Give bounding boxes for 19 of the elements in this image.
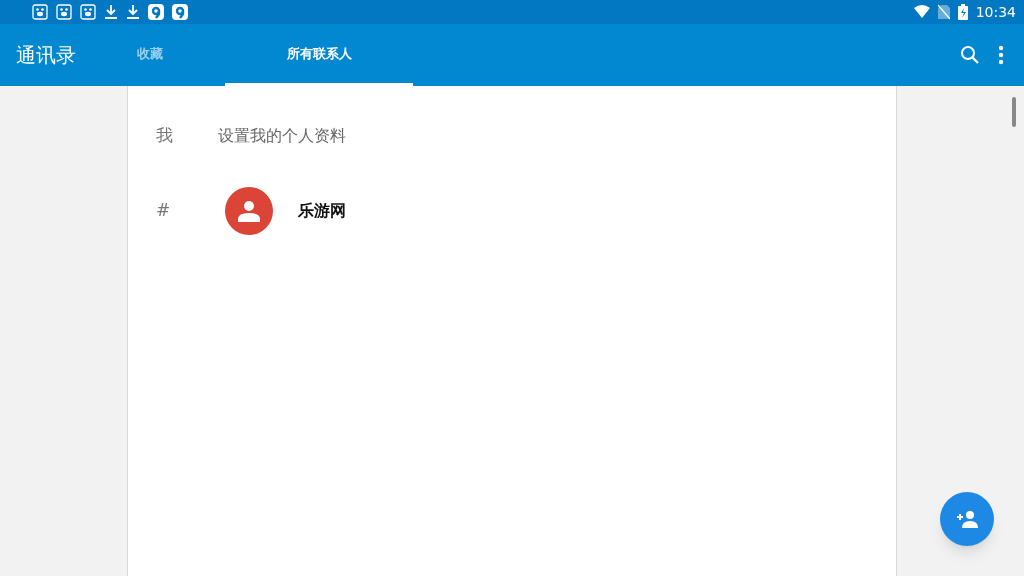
add-contact-button[interactable] [940, 492, 994, 546]
section-letter: 我 [156, 123, 174, 147]
search-icon[interactable] [960, 45, 980, 65]
more-options-icon[interactable] [998, 45, 1004, 65]
wifi-icon [913, 5, 930, 19]
app-title: 通讯录 [15, 42, 77, 69]
scrollbar-thumb[interactable] [1012, 97, 1016, 127]
clock-time: 10:34 [975, 2, 1016, 22]
person-icon [238, 199, 260, 222]
app-icon [148, 4, 164, 20]
download-icon [126, 4, 140, 20]
contact-name[interactable]: 乐游网 [298, 198, 346, 223]
battery-charging-icon [957, 4, 968, 20]
section-letter: # [156, 198, 172, 222]
no-sim-icon [937, 4, 950, 20]
app-icon [172, 4, 188, 20]
add-person-icon [955, 509, 979, 529]
profile-setup-link[interactable]: 设置我的个人资料 [218, 123, 346, 148]
download-icon [104, 4, 118, 20]
